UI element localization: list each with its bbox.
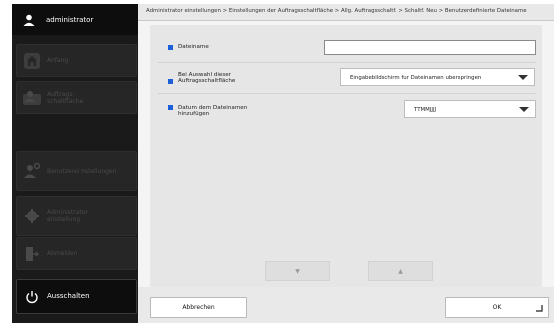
chevron-down-icon — [518, 75, 528, 80]
power-icon — [17, 290, 47, 304]
power-off-button[interactable]: Ausschalten — [16, 279, 137, 314]
scroll-up-button[interactable]: ▲ — [368, 261, 433, 281]
divider — [158, 93, 536, 94]
date-format-value: TTMMJJJJ — [414, 107, 437, 113]
sidebar-item-admin-settings[interactable]: Administrator einstellung — [16, 196, 137, 236]
action-bar: Abbrechen OK — [138, 287, 554, 323]
row-marker — [168, 79, 173, 84]
sidebar-item-logout[interactable]: Abmelden — [16, 237, 137, 270]
main-content: Administrator einstellungen > Einstellun… — [138, 4, 554, 323]
sidebar-item-label: Benutzerei nstellungen — [47, 167, 117, 175]
ok-button[interactable]: OK — [445, 297, 549, 318]
sidebar: administrator Anfang Auftrags- schaltflä… — [12, 4, 138, 323]
on-select-label: Bei Auswahl dieser Auftragsschaltfläche — [178, 72, 236, 84]
on-select-value: Eingabebildschirm fur Dateinamen uberspr… — [350, 75, 482, 81]
sidebar-item-user-settings[interactable]: Benutzerei nstellungen — [16, 151, 137, 191]
sidebar-item-label: Abmelden — [47, 250, 78, 257]
user-icon — [12, 14, 46, 26]
sidebar-item-label: Administrator einstellung — [47, 209, 88, 223]
user-settings-icon — [17, 162, 47, 180]
row-marker — [168, 105, 173, 110]
user-bar: administrator — [12, 4, 138, 35]
on-select-dropdown[interactable]: Eingabebildschirm fur Dateinamen uberspr… — [340, 68, 535, 86]
ok-label: OK — [492, 304, 502, 311]
filename-label: Dateiname — [178, 44, 209, 50]
home-icon — [17, 52, 47, 70]
row-marker — [168, 44, 173, 50]
user-name: administrator — [46, 15, 94, 24]
admin-gear-icon — [17, 208, 47, 224]
date-label: Datum dem Dateinamen hinzufügen — [178, 105, 248, 117]
sidebar-item-label: Ausschalten — [47, 292, 90, 300]
date-format-dropdown[interactable]: TTMMJJJJ — [404, 100, 536, 118]
sidebar-item-home[interactable]: Anfang — [16, 44, 137, 77]
sidebar-item-label: Auftrags- schaltfläche — [47, 90, 84, 105]
scroll-down-button[interactable]: ▼ — [265, 261, 330, 281]
sidebar-item-label: Anfang — [47, 57, 69, 64]
logout-icon — [17, 246, 47, 262]
settings-panel: Dateiname Bei Auswahl dieser Auftragssch… — [150, 25, 542, 287]
divider — [158, 62, 536, 63]
enter-icon — [536, 305, 543, 312]
sidebar-item-job-button[interactable]: Auftrags- schaltfläche — [16, 81, 137, 114]
job-button-icon — [17, 90, 47, 106]
filename-input[interactable] — [324, 40, 536, 55]
cancel-button[interactable]: Abbrechen — [150, 297, 247, 318]
chevron-down-icon — [519, 107, 529, 112]
app-window: administrator Anfang Auftrags- schaltflä… — [0, 0, 554, 323]
breadcrumb: Administrator einstellungen > Einstellun… — [138, 4, 554, 21]
